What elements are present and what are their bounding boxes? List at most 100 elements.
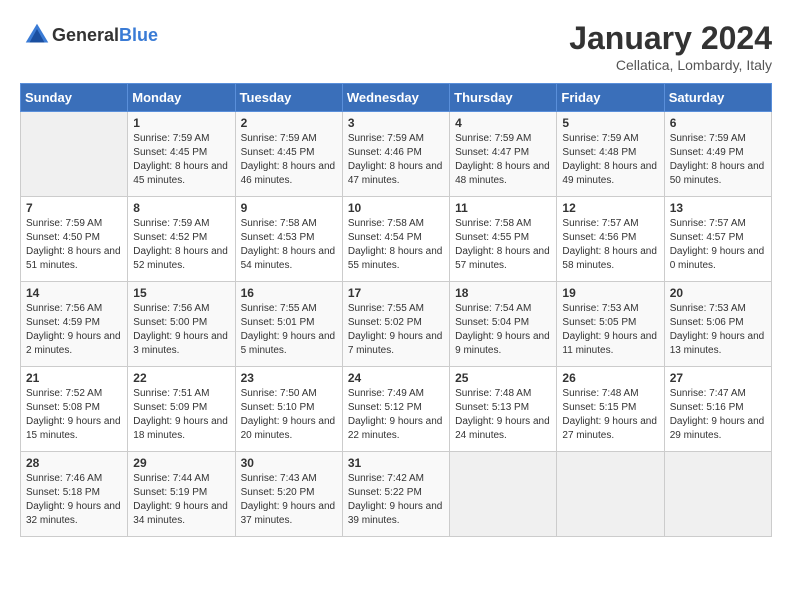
calendar-cell: 30Sunrise: 7:43 AMSunset: 5:20 PMDayligh… [235, 452, 342, 537]
day-number: 11 [455, 201, 551, 215]
calendar-cell: 1Sunrise: 7:59 AMSunset: 4:45 PMDaylight… [128, 112, 235, 197]
calendar-cell: 28 Sunrise: 7:46 AMSunset: 5:18 PMDayligh… [21, 452, 128, 537]
day-number: 20 [670, 286, 766, 300]
logo-general: General [52, 25, 119, 45]
day-info: Sunrise: 7:55 AMSunset: 5:01 PMDaylight:… [241, 302, 337, 358]
day-number: 8 [133, 201, 229, 215]
calendar-cell: 22 Sunrise: 7:51 AMSunset: 5:09 PMDayligh… [128, 367, 235, 452]
day-number: 23 [241, 371, 337, 385]
day-number: 22 [133, 371, 229, 385]
calendar-cell: 27Sunrise: 7:47 AMSunset: 5:16 PMDayligh… [664, 367, 771, 452]
day-number: 15 [133, 286, 229, 300]
day-info: Sunrise: 7:49 AMSunset: 5:12 PMDaylight:… [348, 387, 444, 443]
day-info: Sunrise: 7:59 AMSunset: 4:45 PMDaylight:… [241, 132, 337, 188]
calendar-cell: 13Sunrise: 7:57 AMSunset: 4:57 PMDayligh… [664, 197, 771, 282]
calendar-cell: 15 Sunrise: 7:56 AMSunset: 5:00 PMDayligh… [128, 282, 235, 367]
day-info: Sunrise: 7:58 AMSunset: 4:54 PMDaylight:… [348, 217, 444, 273]
logo-icon [22, 20, 52, 50]
day-info: Sunrise: 7:58 AMSunset: 4:55 PMDaylight:… [455, 217, 551, 273]
day-info: Sunrise: 7:53 AMSunset: 5:06 PMDaylight:… [670, 302, 766, 358]
weekday-header: Sunday [21, 84, 128, 112]
calendar-cell: 24 Sunrise: 7:49 AMSunset: 5:12 PMDayligh… [342, 367, 449, 452]
calendar-week: 21Sunrise: 7:52 AMSunset: 5:08 PMDayligh… [21, 367, 772, 452]
calendar-cell: 17 Sunrise: 7:55 AMSunset: 5:02 PMDayligh… [342, 282, 449, 367]
day-number: 25 [455, 371, 551, 385]
calendar-cell: 4 Sunrise: 7:59 AMSunset: 4:47 PMDaylight… [450, 112, 557, 197]
day-info: Sunrise: 7:58 AMSunset: 4:53 PMDaylight:… [241, 217, 337, 273]
calendar-cell [450, 452, 557, 537]
day-info: Sunrise: 7:59 AMSunset: 4:45 PMDaylight:… [133, 132, 229, 188]
calendar-cell: 5Sunrise: 7:59 AMSunset: 4:48 PMDaylight… [557, 112, 664, 197]
header-row: SundayMondayTuesdayWednesdayThursdayFrid… [21, 84, 772, 112]
calendar-cell: 3Sunrise: 7:59 AMSunset: 4:46 PMDaylight… [342, 112, 449, 197]
day-number: 2 [241, 116, 337, 130]
calendar-cell: 11 Sunrise: 7:58 AMSunset: 4:55 PMDayligh… [450, 197, 557, 282]
day-info: Sunrise: 7:51 AMSunset: 5:09 PMDaylight:… [133, 387, 229, 443]
day-number: 18 [455, 286, 551, 300]
weekday-header: Thursday [450, 84, 557, 112]
day-info: Sunrise: 7:48 AMSunset: 5:15 PMDaylight:… [562, 387, 658, 443]
calendar-week: 7Sunrise: 7:59 AMSunset: 4:50 PMDaylight… [21, 197, 772, 282]
weekday-header: Wednesday [342, 84, 449, 112]
calendar-cell: 23 Sunrise: 7:50 AMSunset: 5:10 PMDayligh… [235, 367, 342, 452]
day-number: 4 [455, 116, 551, 130]
calendar-cell: 9 Sunrise: 7:58 AMSunset: 4:53 PMDaylight… [235, 197, 342, 282]
day-number: 16 [241, 286, 337, 300]
day-number: 21 [26, 371, 122, 385]
day-number: 12 [562, 201, 658, 215]
weekday-header: Monday [128, 84, 235, 112]
day-number: 27 [670, 371, 766, 385]
month-title: January 2024 [569, 20, 772, 57]
calendar-cell [557, 452, 664, 537]
calendar-table: SundayMondayTuesdayWednesdayThursdayFrid… [20, 83, 772, 537]
title-block: January 2024 Cellatica, Lombardy, Italy [569, 20, 772, 73]
calendar-cell: 29 Sunrise: 7:44 AMSunset: 5:19 PMDayligh… [128, 452, 235, 537]
day-info: Sunrise: 7:46 AMSunset: 5:18 PMDaylight:… [26, 472, 122, 528]
day-number: 9 [241, 201, 337, 215]
day-number: 17 [348, 286, 444, 300]
calendar-cell: 20 Sunrise: 7:53 AMSunset: 5:06 PMDayligh… [664, 282, 771, 367]
calendar-cell: 14 Sunrise: 7:56 AMSunset: 4:59 PMDayligh… [21, 282, 128, 367]
day-info: Sunrise: 7:59 AMSunset: 4:47 PMDaylight:… [455, 132, 551, 188]
day-number: 10 [348, 201, 444, 215]
calendar-cell: 21Sunrise: 7:52 AMSunset: 5:08 PMDayligh… [21, 367, 128, 452]
logo: GeneralBlue [20, 20, 158, 50]
day-info: Sunrise: 7:55 AMSunset: 5:02 PMDaylight:… [348, 302, 444, 358]
day-number: 7 [26, 201, 122, 215]
calendar-cell: 16 Sunrise: 7:55 AMSunset: 5:01 PMDayligh… [235, 282, 342, 367]
day-info: Sunrise: 7:59 AMSunset: 4:48 PMDaylight:… [562, 132, 658, 188]
day-number: 14 [26, 286, 122, 300]
calendar-cell: 2 Sunrise: 7:59 AMSunset: 4:45 PMDaylight… [235, 112, 342, 197]
calendar-week: 1Sunrise: 7:59 AMSunset: 4:45 PMDaylight… [21, 112, 772, 197]
calendar-cell: 31 Sunrise: 7:42 AMSunset: 5:22 PMDayligh… [342, 452, 449, 537]
day-info: Sunrise: 7:59 AMSunset: 4:49 PMDaylight:… [670, 132, 766, 188]
day-number: 31 [348, 456, 444, 470]
day-info: Sunrise: 7:59 AMSunset: 4:52 PMDaylight:… [133, 217, 229, 273]
calendar-week: 14 Sunrise: 7:56 AMSunset: 4:59 PMDayligh… [21, 282, 772, 367]
calendar-cell [21, 112, 128, 197]
weekday-header: Friday [557, 84, 664, 112]
calendar-cell [664, 452, 771, 537]
day-number: 24 [348, 371, 444, 385]
weekday-header: Saturday [664, 84, 771, 112]
calendar-cell: 10 Sunrise: 7:58 AMSunset: 4:54 PMDayligh… [342, 197, 449, 282]
calendar-cell: 6 Sunrise: 7:59 AMSunset: 4:49 PMDaylight… [664, 112, 771, 197]
logo-blue: Blue [119, 25, 158, 45]
day-number: 29 [133, 456, 229, 470]
day-number: 26 [562, 371, 658, 385]
calendar-cell: 8 Sunrise: 7:59 AMSunset: 4:52 PMDaylight… [128, 197, 235, 282]
day-info: Sunrise: 7:57 AMSunset: 4:56 PMDaylight:… [562, 217, 658, 273]
day-number: 19 [562, 286, 658, 300]
calendar-cell: 26 Sunrise: 7:48 AMSunset: 5:15 PMDayligh… [557, 367, 664, 452]
day-number: 3 [348, 116, 444, 130]
day-number: 28 [26, 456, 122, 470]
day-info: Sunrise: 7:44 AMSunset: 5:19 PMDaylight:… [133, 472, 229, 528]
day-info: Sunrise: 7:57 AMSunset: 4:57 PMDaylight:… [670, 217, 766, 273]
day-number: 6 [670, 116, 766, 130]
day-info: Sunrise: 7:56 AMSunset: 4:59 PMDaylight:… [26, 302, 122, 358]
page-header: GeneralBlue January 2024 Cellatica, Lomb… [20, 20, 772, 73]
day-info: Sunrise: 7:42 AMSunset: 5:22 PMDaylight:… [348, 472, 444, 528]
day-info: Sunrise: 7:56 AMSunset: 5:00 PMDaylight:… [133, 302, 229, 358]
day-info: Sunrise: 7:50 AMSunset: 5:10 PMDaylight:… [241, 387, 337, 443]
location: Cellatica, Lombardy, Italy [569, 57, 772, 73]
